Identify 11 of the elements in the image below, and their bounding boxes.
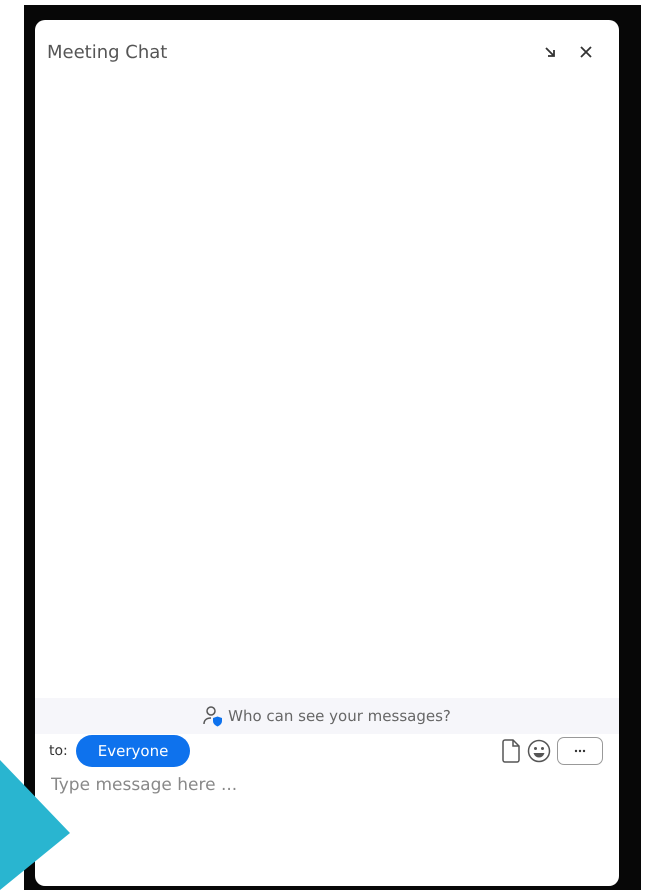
recipient-label: to: [49,743,68,759]
more-icon [574,749,586,753]
file-icon[interactable] [501,739,521,763]
recipient-dropdown[interactable]: Everyone [76,735,190,767]
window-title: Meeting Chat [47,42,168,62]
user-shield-icon [203,705,224,727]
minimize-button[interactable] [543,45,557,59]
more-button[interactable] [557,737,603,765]
close-button[interactable] [579,45,593,59]
privacy-notice-link[interactable]: Who can see your messages? [228,707,451,725]
emoji-icon[interactable] [527,739,551,763]
